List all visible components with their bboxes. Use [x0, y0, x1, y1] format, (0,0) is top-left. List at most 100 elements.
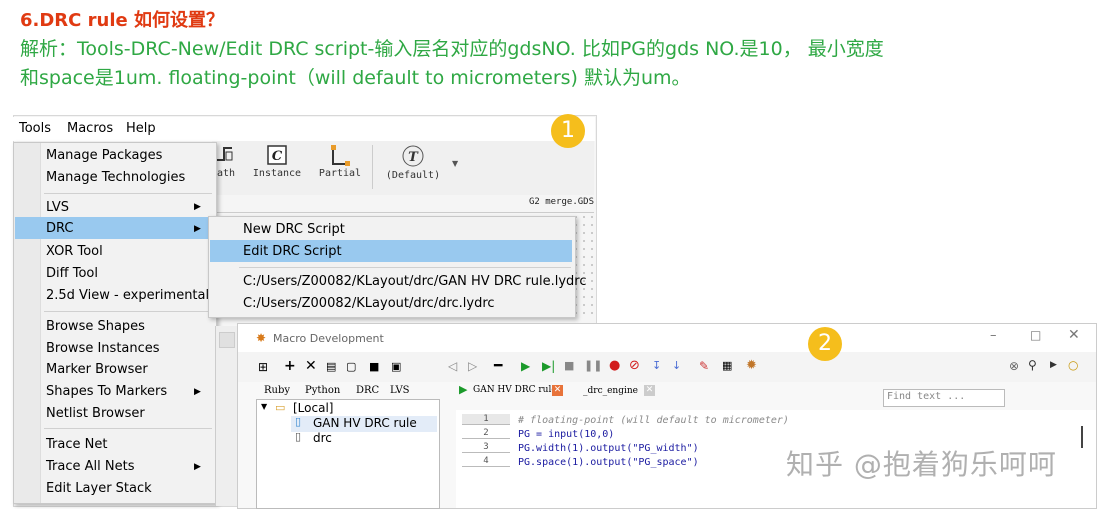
menu-item-shapes-to-markers[interactable]: Shapes To Markers: [46, 384, 167, 399]
menu-separator: [44, 311, 212, 312]
submenu-arrow-icon: ▶: [194, 224, 201, 234]
close-tab-icon[interactable]: ✕: [644, 385, 655, 396]
maximize-icon[interactable]: □: [1030, 328, 1041, 342]
menu-item-drc[interactable]: DRC: [46, 221, 73, 236]
submenu-recent-file-2[interactable]: C:/Users/Z00082/KLayout/drc/drc.lydrc: [243, 296, 495, 311]
menu-item-manage-technologies[interactable]: Manage Technologies: [46, 170, 185, 185]
tab-ruby[interactable]: Ruby: [264, 385, 290, 396]
menu-item-trace-all-nets[interactable]: Trace All Nets: [46, 459, 134, 474]
new-icon[interactable]: +: [284, 358, 296, 374]
menu-item-netlist-browser[interactable]: Netlist Browser: [46, 406, 145, 421]
back-icon[interactable]: ◁: [448, 359, 457, 373]
forward-icon[interactable]: ▷: [468, 359, 477, 373]
default-mode-button[interactable]: T (Default): [385, 141, 441, 181]
run-from-current-icon[interactable]: ▶|: [542, 359, 555, 373]
file-tab-gan-hv-drc-rule[interactable]: GAN HV DRC rule: [473, 385, 557, 395]
line-number: 2: [462, 428, 510, 439]
instance-tool-button[interactable]: C Instance: [252, 141, 302, 179]
search-options-icon[interactable]: ○: [1068, 358, 1078, 372]
find-text-input[interactable]: Find text ...: [883, 389, 1005, 407]
layout-file-tab[interactable]: G2 merge.GDS: [529, 197, 594, 207]
side-panel: [215, 326, 238, 506]
delete-icon[interactable]: ✕: [305, 358, 317, 374]
code-line: PG = input(10,0): [518, 429, 615, 440]
settings-icon[interactable]: ✹: [746, 358, 757, 373]
search-icon[interactable]: ⚲: [1028, 358, 1037, 372]
step-badge-1: 1: [551, 114, 585, 148]
submenu-recent-file-1[interactable]: C:/Users/Z00082/KLayout/drc/GAN HV DRC r…: [243, 274, 587, 289]
code-line: PG.width(1).output("PG_width"): [518, 443, 699, 454]
menu-item-browse-shapes[interactable]: Browse Shapes: [46, 319, 145, 334]
menu-item-manage-packages[interactable]: Manage Packages: [46, 148, 162, 163]
clear-breakpoints-icon[interactable]: ⊘: [629, 358, 640, 373]
tab-python[interactable]: Python: [305, 385, 340, 396]
clear-search-icon[interactable]: ⊗: [1009, 359, 1019, 373]
file-tab-drc-engine[interactable]: _drc_engine: [583, 386, 638, 396]
drc-highlight: [15, 217, 214, 239]
menu-item-25d-view[interactable]: 2.5d View - experimental: [46, 288, 209, 303]
svg-text:C: C: [272, 149, 283, 164]
menu-item-diff-tool[interactable]: Diff Tool: [46, 266, 98, 281]
separator-line-icon: ━: [494, 358, 503, 374]
step-over-icon[interactable]: ↧: [652, 359, 661, 372]
macro-window-title: Macro Development: [273, 332, 384, 345]
menu-tools[interactable]: Tools: [19, 121, 51, 136]
menu-icon-gutter: [14, 143, 41, 503]
file-icon: ▯: [295, 430, 302, 443]
menu-help[interactable]: Help: [126, 121, 156, 136]
edit-icon[interactable]: ✎: [699, 359, 709, 373]
macro-toolbar: ⊞ + ✕ ▤ ▢ ■ ▣ ◁ ▷ ━ ▶ ▶| ■ ❚❚ ● ⊘ ↧ ↓ ✎ …: [238, 352, 1096, 407]
rename-icon[interactable]: ▤: [326, 360, 336, 373]
partial-label: Partial: [318, 168, 362, 179]
panel-button[interactable]: [219, 332, 235, 348]
import-icon[interactable]: ▢: [346, 360, 356, 373]
menu-item-trace-net[interactable]: Trace Net: [46, 437, 107, 452]
line-number: 1: [462, 414, 510, 425]
close-tab-icon[interactable]: ✕: [552, 385, 563, 396]
submenu-arrow-icon: ▶: [194, 387, 201, 397]
stop-icon[interactable]: ■: [564, 359, 574, 372]
collapse-arrow-icon[interactable]: ▼: [261, 402, 267, 411]
properties-icon[interactable]: ▦: [722, 359, 732, 372]
tree-root-local[interactable]: [Local]: [293, 401, 333, 415]
submenu-edit-drc-script[interactable]: Edit DRC Script: [243, 244, 342, 259]
pause-icon[interactable]: ❚❚: [584, 359, 602, 372]
drc-file-icon: ▯: [295, 415, 302, 428]
minimize-icon[interactable]: –: [990, 328, 997, 343]
breakpoint-icon[interactable]: ●: [609, 358, 620, 373]
menu-macros[interactable]: Macros: [67, 121, 113, 136]
run-tab-icon: ▶: [459, 383, 468, 396]
partial-tool-button[interactable]: Partial: [318, 141, 362, 179]
tab-lvs[interactable]: LVS: [390, 385, 410, 396]
scrollbar[interactable]: [1081, 426, 1083, 448]
tools-dropdown-menu: Manage Packages Manage Technologies LVS …: [13, 142, 217, 504]
folder-icon: ▭: [275, 401, 286, 414]
step-into-icon[interactable]: ↓: [672, 359, 681, 372]
run-icon[interactable]: ▶: [521, 359, 530, 373]
submenu-new-drc-script[interactable]: New DRC Script: [243, 222, 345, 237]
watermark: 知乎 @抱着狗乐呵呵: [786, 448, 1057, 481]
menu-item-xor-tool[interactable]: XOR Tool: [46, 244, 103, 259]
tree-item-drc[interactable]: drc: [313, 431, 332, 445]
tree-item-gan-hv-drc-rule[interactable]: GAN HV DRC rule: [313, 416, 417, 430]
next-arrow-icon[interactable]: ▶: [1050, 360, 1057, 370]
menu-item-edit-layer-stack[interactable]: Edit Layer Stack: [46, 481, 152, 496]
close-icon[interactable]: ✕: [1068, 327, 1080, 343]
menu-item-marker-browser[interactable]: Marker Browser: [46, 362, 148, 377]
save-icon[interactable]: ■: [369, 360, 379, 373]
save-as-icon[interactable]: ▣: [391, 360, 401, 373]
macro-tree: ▼ ▭ [Local] ▯ GAN HV DRC rule ▯ drc: [256, 399, 440, 509]
dropdown-arrow-icon[interactable]: ▼: [452, 159, 458, 168]
menu-separator: [44, 428, 212, 429]
add-macro-icon[interactable]: ⊞: [258, 360, 268, 374]
macro-title-bar: ✸ Macro Development – □ ✕: [238, 324, 1096, 352]
code-line-comment: # floating-point (will default to microm…: [518, 415, 789, 426]
menu-item-lvs[interactable]: LVS: [46, 200, 69, 215]
step-badge-2: 2: [808, 327, 842, 361]
text-tool-icon: T: [402, 145, 424, 167]
description-line-2: 和space是1um. floating-point（will default …: [20, 67, 691, 89]
code-line: PG.space(1).output("PG_space"): [518, 457, 699, 468]
submenu-arrow-icon: ▶: [194, 462, 201, 472]
tab-drc[interactable]: DRC: [356, 385, 379, 396]
menu-item-browse-instances[interactable]: Browse Instances: [46, 341, 160, 356]
